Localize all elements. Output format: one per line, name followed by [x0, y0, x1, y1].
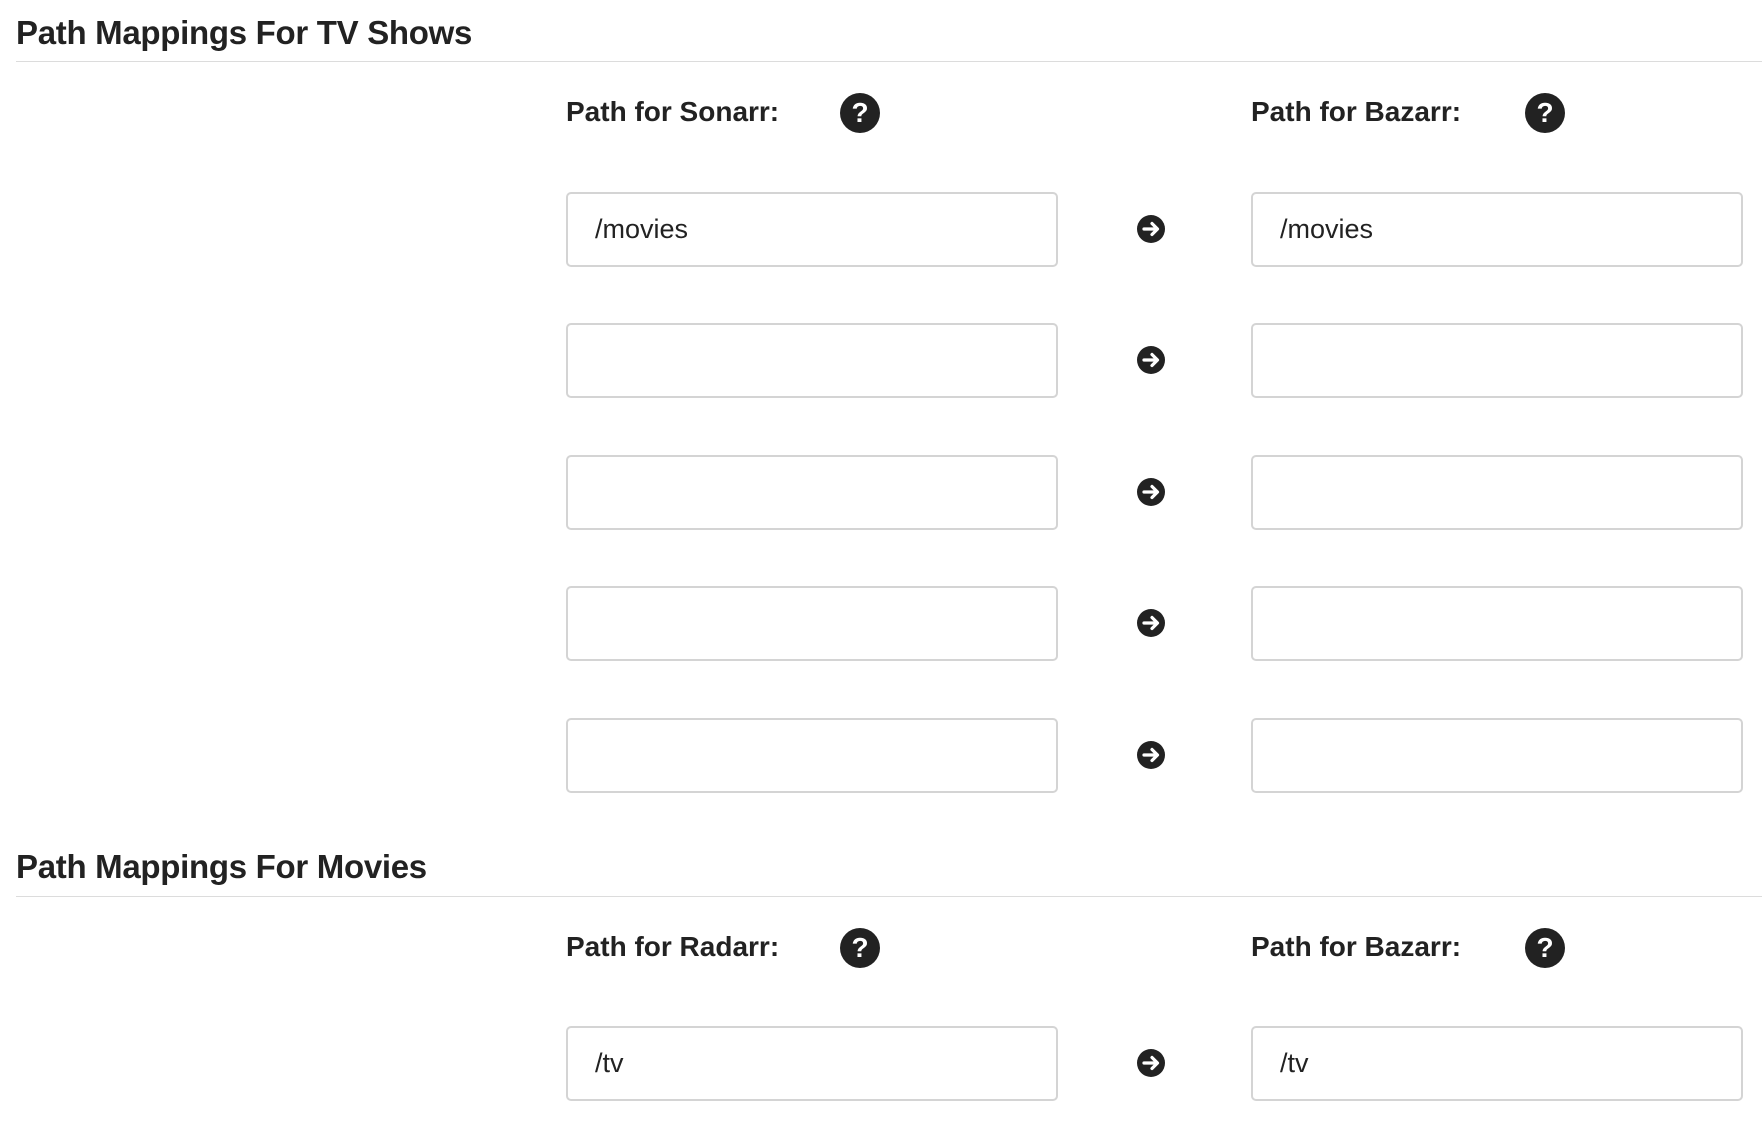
svg-text:?: ? [851, 932, 868, 963]
mapping-arrow-icon [1137, 741, 1165, 769]
tv-section-title: Path Mappings For TV Shows [16, 14, 473, 51]
sonarr-path-input-3[interactable] [566, 455, 1058, 530]
bazarr-movies-path-label: Path for Bazarr: [1251, 931, 1462, 962]
radarr-path-input-1[interactable] [566, 1026, 1058, 1101]
mapping-arrow-icon [1137, 1049, 1165, 1077]
tv-section-divider [16, 61, 1762, 62]
bazarr-tv-help-icon[interactable]: ? [1525, 93, 1565, 133]
bazarr-tv-path-input-2[interactable] [1251, 323, 1743, 398]
bazarr-tv-path-input-1[interactable] [1251, 192, 1743, 267]
bazarr-tv-path-input-3[interactable] [1251, 455, 1743, 530]
radarr-path-label: Path for Radarr: [566, 931, 780, 962]
movies-section-divider [16, 896, 1762, 897]
sonarr-path-input-5[interactable] [566, 718, 1058, 793]
bazarr-tv-path-label: Path for Bazarr: [1251, 96, 1462, 127]
svg-text:?: ? [1536, 97, 1553, 128]
svg-text:?: ? [1536, 932, 1553, 963]
sonarr-path-input-4[interactable] [566, 586, 1058, 661]
bazarr-movies-help-icon[interactable]: ? [1525, 928, 1565, 968]
svg-text:?: ? [851, 97, 868, 128]
bazarr-tv-path-input-4[interactable] [1251, 586, 1743, 661]
movies-section-title: Path Mappings For Movies [16, 848, 427, 885]
radarr-help-icon[interactable]: ? [840, 928, 880, 968]
sonarr-path-label: Path for Sonarr: [566, 96, 780, 127]
sonarr-path-input-1[interactable] [566, 192, 1058, 267]
mapping-arrow-icon [1137, 346, 1165, 374]
bazarr-movies-path-input-1[interactable] [1251, 1026, 1743, 1101]
bazarr-tv-path-input-5[interactable] [1251, 718, 1743, 793]
mapping-arrow-icon [1137, 478, 1165, 506]
sonarr-help-icon[interactable]: ? [840, 93, 880, 133]
mapping-arrow-icon [1137, 609, 1165, 637]
mapping-arrow-icon [1137, 215, 1165, 243]
sonarr-path-input-2[interactable] [566, 323, 1058, 398]
